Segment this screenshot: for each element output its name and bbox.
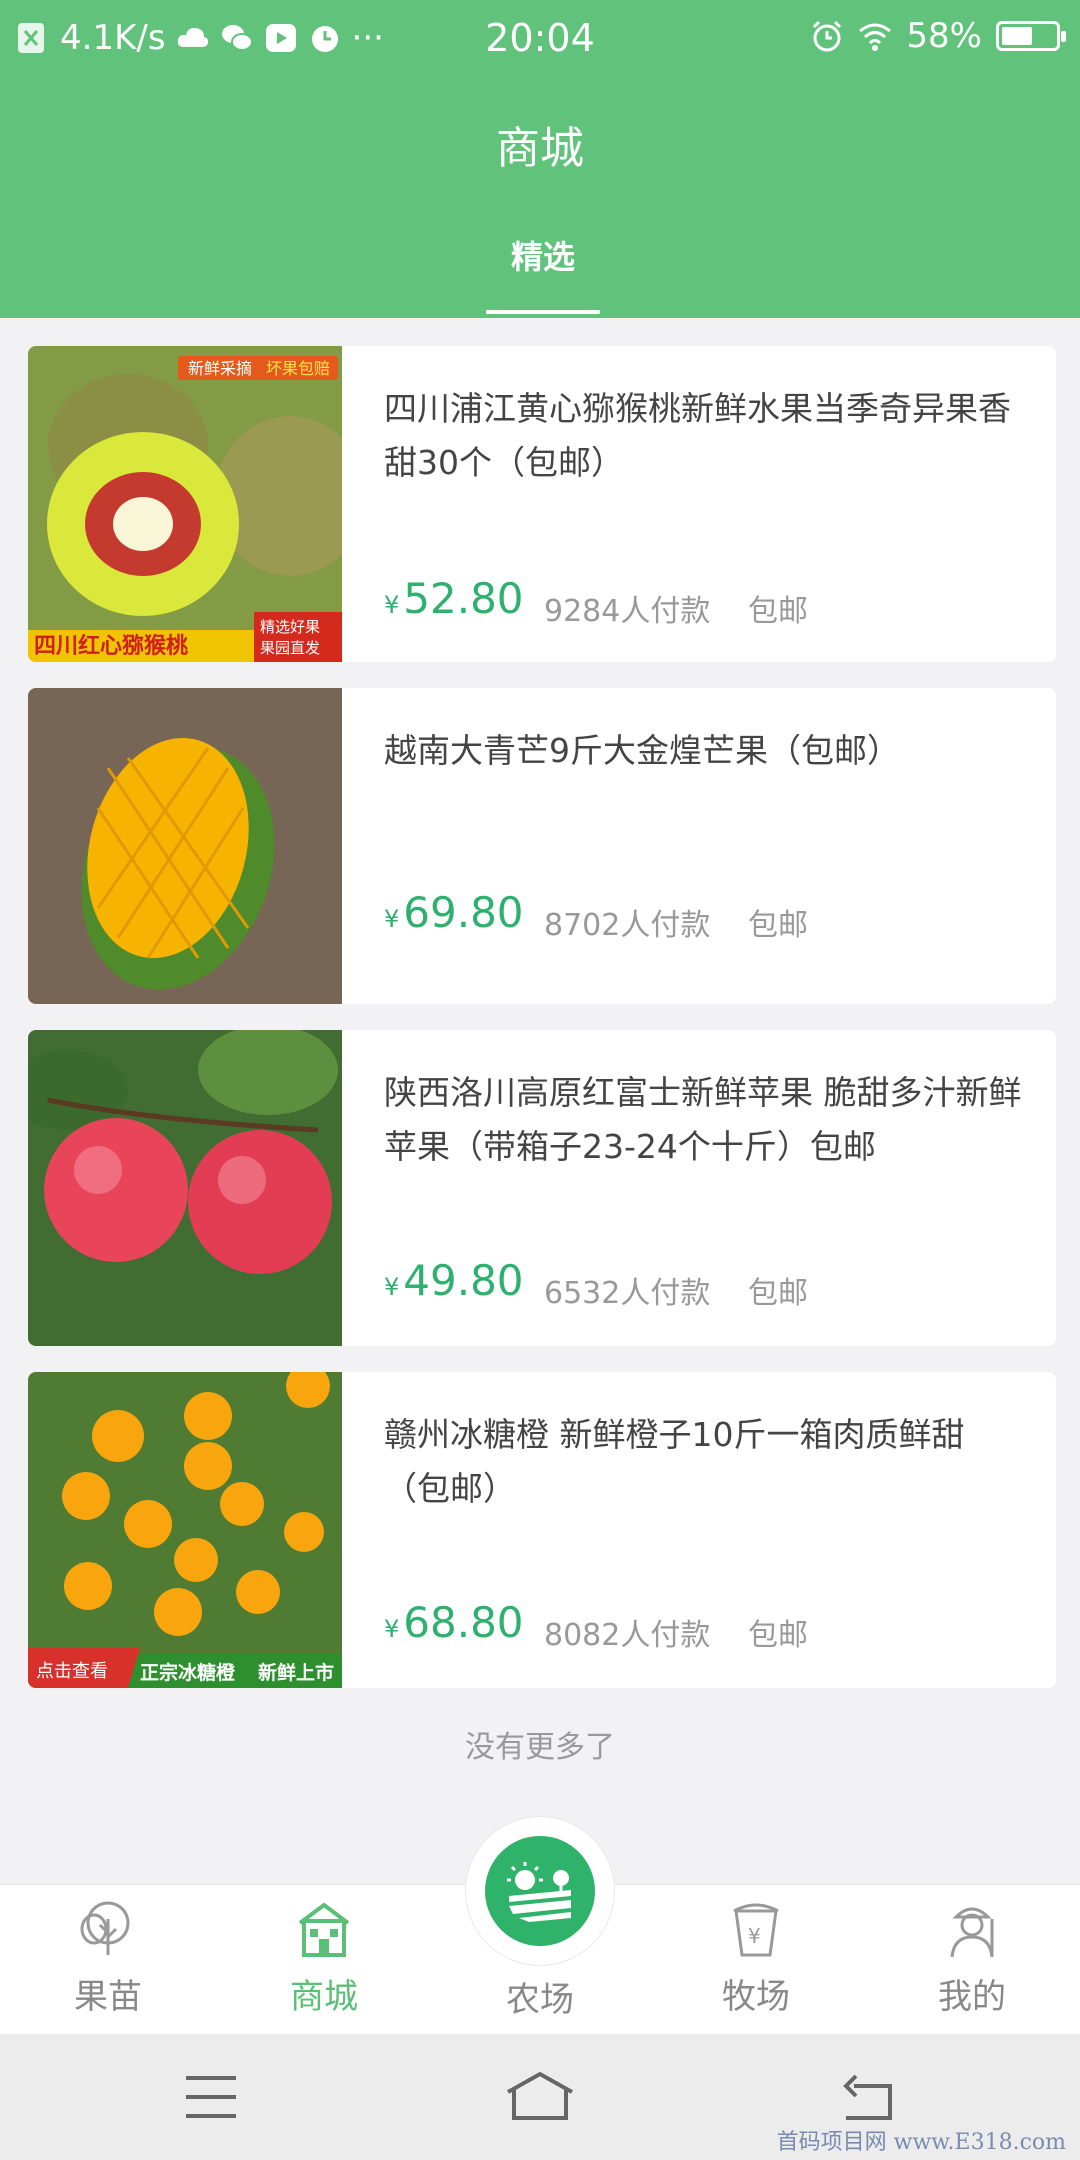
product-image-apple[interactable] [28,1030,342,1346]
shipping-badge: 包邮 [748,594,808,629]
sales-count: 6532人付款 [544,1276,711,1311]
price-value: 69.80 [403,888,524,937]
menu-icon[interactable] [184,2074,238,2120]
tab-seedlings[interactable]: 果苗 [28,1899,188,2018]
currency-symbol: ¥ [384,1273,400,1301]
home-icon[interactable] [504,2070,576,2122]
alarm-clock-icon [813,20,842,52]
image-tag: 坏果包赔 [266,359,330,378]
product-title[interactable]: 赣州冰糖橙 新鲜橙子10斤一箱肉质鲜甜（包邮） [384,1408,1024,1516]
tab-label: 商城 [290,1977,358,2017]
sales-count: 9284人付款 [544,594,711,629]
shipping-badge: 包邮 [748,1276,808,1311]
image-tag: 精选好果 [260,618,320,636]
battery-icon [996,21,1066,51]
product-card[interactable]: 陕西洛川高原红富士新鲜苹果 脆甜多汁新鲜苹果（带箱子23-24个十斤）包邮 ¥4… [28,1030,1056,1346]
image-tag: 新鲜采摘 [188,359,252,378]
product-card[interactable]: 点击查看 正宗冰糖橙 新鲜上市 赣州冰糖橙 新鲜橙子10斤一箱肉质鲜甜（包邮） … [28,1372,1056,1688]
tab-active-indicator [486,310,600,314]
product-image-mango[interactable] [28,688,342,1004]
page-title: 商城 [496,123,584,174]
tab-label: 果苗 [74,1977,142,2017]
shop-icon [298,1902,350,1957]
tab-farm-label[interactable]: 农场 [460,1972,620,2021]
farm-button[interactable] [485,1836,595,1946]
battery-level [1002,27,1032,45]
status-bar: 4.1K/s ··· 20:04 58% [0,0,1080,76]
product-price: ¥68.80 [384,1598,524,1647]
tab-profile[interactable]: 我的 [892,1899,1052,2018]
image-tag: 新鲜上市 [258,1661,334,1684]
sales-count: 8702人付款 [544,908,711,943]
product-price: ¥69.80 [384,888,524,937]
product-title[interactable]: 越南大青芒9斤大金煌芒果（包邮） [384,724,1024,778]
sales-count: 8082人付款 [544,1618,711,1653]
shipping-badge: 包邮 [748,908,808,943]
price-value: 52.80 [403,574,524,623]
svg-text:¥: ¥ [748,1924,761,1948]
system-navigation-bar: 首码项目网 www.E318.com [0,2034,1080,2160]
image-tag: 四川红心猕猴桃 [34,633,188,659]
tab-label: 我的 [938,1977,1006,2017]
tab-ranch[interactable]: ¥ 牧场 [676,1899,836,2018]
product-image-orange[interactable]: 点击查看 正宗冰糖橙 新鲜上市 [28,1372,342,1688]
tab-label: 牧场 [722,1977,790,2017]
product-image-kiwi[interactable]: 新鲜采摘 坏果包赔 四川红心猕猴桃 精选好果 果园直发 [28,346,342,662]
product-card[interactable]: 新鲜采摘 坏果包赔 四川红心猕猴桃 精选好果 果园直发 四川浦江黄心猕猴桃新鲜水… [28,346,1056,662]
image-tag: 正宗冰糖橙 [140,1661,236,1684]
price-value: 68.80 [403,1598,524,1647]
battery-percent: 58% [906,16,982,56]
currency-symbol: ¥ [384,1615,400,1643]
tab-shop[interactable]: 商城 [244,1899,404,2018]
product-price: ¥49.80 [384,1256,524,1305]
watermark: 首码项目网 www.E318.com [776,2130,1066,2155]
status-right: 58% [810,16,1066,56]
product-title[interactable]: 陕西洛川高原红富士新鲜苹果 脆甜多汁新鲜苹果（带箱子23-24个十斤）包邮 [384,1066,1024,1174]
wifi-icon [859,23,892,51]
shipping-badge: 包邮 [748,1618,808,1653]
product-card[interactable]: 越南大青芒9斤大金煌芒果（包邮） ¥69.80 8702人付款 包邮 [28,688,1056,1004]
product-title[interactable]: 四川浦江黄心猕猴桃新鲜水果当季奇异果香甜30个（包邮） [384,382,1024,490]
list-end-message: 没有更多了 [465,1730,615,1765]
back-icon[interactable] [840,2072,896,2122]
image-tag: 点击查看 [36,1661,108,1682]
currency-symbol: ¥ [384,905,400,933]
image-tag: 果园直发 [260,639,320,657]
farmer-icon [950,1907,994,1958]
bucket-icon: ¥ [733,1903,779,1957]
currency-symbol: ¥ [384,591,400,619]
product-price: ¥52.80 [384,574,524,623]
app-header: 4.1K/s ··· 20:04 58% 商城 精选 [0,0,1080,318]
price-value: 49.80 [403,1256,524,1305]
farm-icon [507,1862,571,1922]
tab-featured[interactable]: 精选 [486,232,600,278]
tree-icon [80,1901,130,1955]
